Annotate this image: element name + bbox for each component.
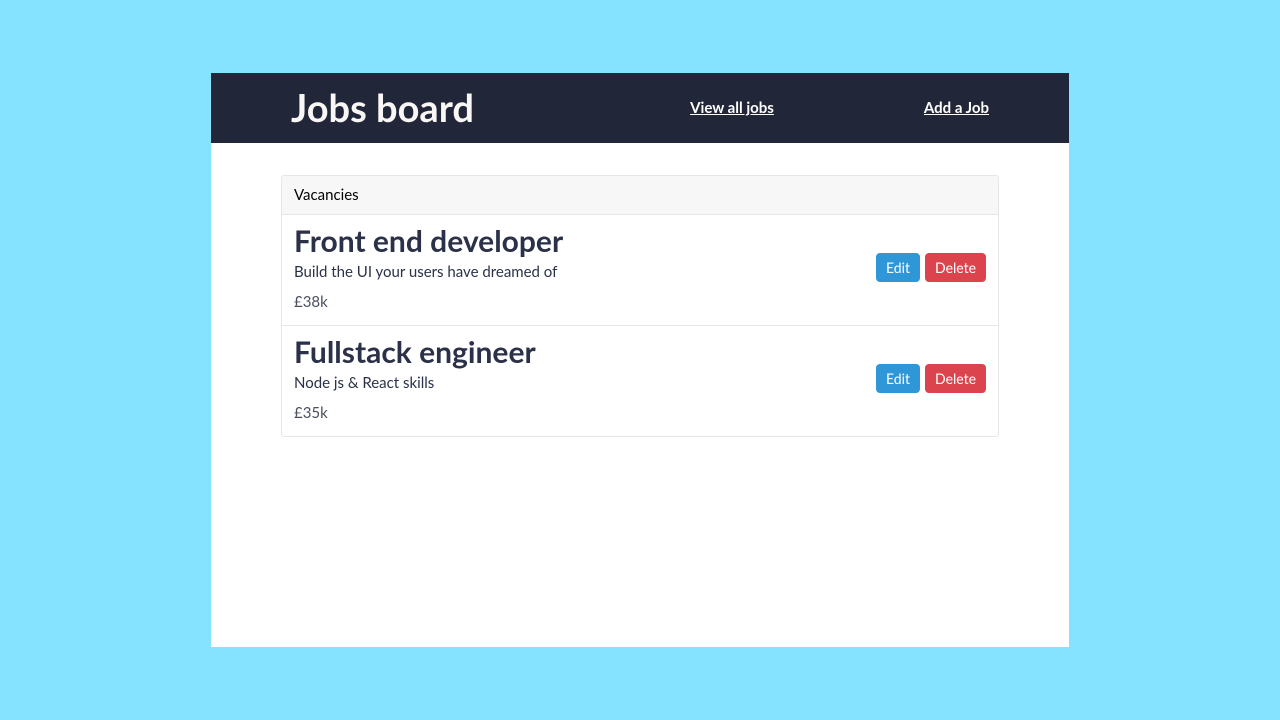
job-title: Front end developer — [294, 223, 876, 259]
edit-button[interactable]: Edit — [876, 364, 920, 393]
delete-button[interactable]: Delete — [925, 364, 986, 393]
delete-button[interactable]: Delete — [925, 253, 986, 282]
nav-add-job[interactable]: Add a Job — [924, 99, 989, 117]
nav-view-all-jobs[interactable]: View all jobs — [690, 99, 774, 117]
job-info: Fullstack engineer Node js & React skill… — [294, 334, 876, 422]
job-description: Node js & React skills — [294, 374, 876, 392]
panel-header: Vacancies — [282, 176, 998, 215]
job-actions: Edit Delete — [876, 253, 986, 282]
app-title: Jobs board — [291, 85, 474, 131]
job-salary: £35k — [294, 404, 876, 422]
job-title: Fullstack engineer — [294, 334, 876, 370]
job-actions: Edit Delete — [876, 364, 986, 393]
job-row: Front end developer Build the UI your us… — [282, 215, 998, 326]
app-window: Jobs board View all jobs Add a Job Vacan… — [211, 73, 1069, 647]
job-info: Front end developer Build the UI your us… — [294, 223, 876, 311]
content-area: Vacancies Front end developer Build the … — [211, 143, 1069, 647]
navbar: Jobs board View all jobs Add a Job — [211, 73, 1069, 143]
vacancies-panel: Vacancies Front end developer Build the … — [281, 175, 999, 437]
nav-links: View all jobs Add a Job — [690, 99, 989, 117]
job-row: Fullstack engineer Node js & React skill… — [282, 326, 998, 436]
job-salary: £38k — [294, 293, 876, 311]
edit-button[interactable]: Edit — [876, 253, 920, 282]
job-description: Build the UI your users have dreamed of — [294, 263, 876, 281]
